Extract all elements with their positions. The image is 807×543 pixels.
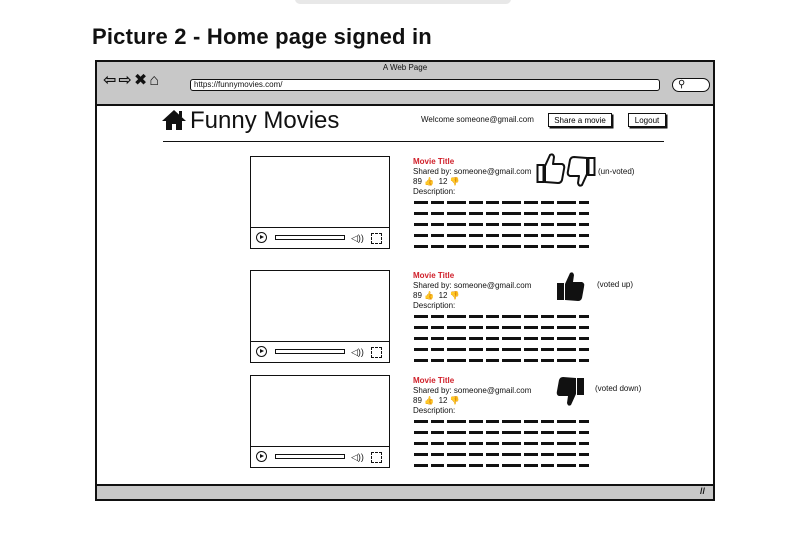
description-text (414, 420, 589, 475)
description-label: Description: (413, 406, 456, 415)
fullscreen-icon[interactable] (371, 233, 382, 244)
browser-nav: ⇦⇨✖⌂ (103, 72, 161, 90)
video-player[interactable]: ◁)) (250, 270, 390, 363)
shared-by: Shared by: someone@gmail.com (413, 281, 532, 290)
vote-counts: 89 👍 12 👎 (413, 177, 460, 187)
fullscreen-icon[interactable] (371, 452, 382, 463)
fullscreen-icon[interactable] (371, 347, 382, 358)
back-arrow-icon[interactable]: ⇦ (103, 72, 118, 89)
top-decoration (295, 0, 511, 4)
thumbs-up-outline-icon[interactable] (536, 151, 566, 190)
share-movie-button[interactable]: Share a movie (548, 113, 612, 127)
movie-title[interactable]: Movie Title (413, 157, 454, 167)
thumbs-up-small-icon: 👍 (424, 177, 435, 186)
play-icon[interactable] (256, 346, 267, 357)
thumbs-up-small-icon: 👍 (424, 291, 435, 300)
vote-counts: 89 👍 12 👎 (413, 396, 460, 406)
browser-statusbar (97, 484, 713, 499)
home-icon[interactable]: ⌂ (149, 72, 161, 89)
video-screen[interactable] (251, 157, 389, 228)
dislike-count: 12 (438, 291, 448, 300)
video-player[interactable]: ◁)) (250, 375, 390, 468)
movie-title[interactable]: Movie Title (413, 271, 454, 281)
vote-counts: 89 👍 12 👎 (413, 291, 460, 301)
video-player[interactable]: ◁)) (250, 156, 390, 249)
shared-by: Shared by: someone@gmail.com (413, 386, 532, 395)
description-label: Description: (413, 187, 456, 196)
like-count: 89 (413, 177, 422, 186)
video-screen[interactable] (251, 376, 389, 447)
thumbs-up-small-icon: 👍 (424, 396, 435, 405)
like-count: 89 (413, 396, 422, 405)
search-icon[interactable]: ⚲ (678, 78, 685, 91)
site-logo[interactable]: Funny Movies (190, 107, 339, 135)
video-screen[interactable] (251, 271, 389, 342)
close-icon[interactable]: ✖ (134, 72, 149, 89)
play-icon[interactable] (256, 451, 267, 462)
resize-grip-icon[interactable]: // (700, 486, 705, 496)
thumbs-down-small-icon: 👎 (449, 396, 460, 405)
page-title: Picture 2 - Home page signed in (92, 24, 432, 49)
forward-arrow-icon[interactable]: ⇨ (118, 72, 133, 89)
thumbs-up-filled-icon[interactable] (556, 270, 586, 307)
address-bar[interactable]: https://funnymovies.com/ (190, 79, 660, 91)
description-label: Description: (413, 301, 456, 310)
volume-icon[interactable]: ◁)) (351, 346, 364, 358)
vote-state-note: (un-voted) (598, 167, 635, 176)
volume-icon[interactable]: ◁)) (351, 451, 364, 463)
vote-state-note: (voted up) (597, 280, 634, 289)
home-icon[interactable] (160, 108, 188, 137)
progress-bar[interactable] (275, 235, 345, 240)
vote-state-note: (voted down) (595, 384, 642, 393)
play-icon[interactable] (256, 232, 267, 243)
description-text (414, 201, 589, 256)
shared-by: Shared by: someone@gmail.com (413, 167, 532, 176)
movie-title[interactable]: Movie Title (413, 376, 454, 386)
thumbs-down-small-icon: 👎 (449, 291, 460, 300)
like-count: 89 (413, 291, 422, 300)
progress-bar[interactable] (275, 454, 345, 459)
header-divider (163, 141, 664, 142)
volume-icon[interactable]: ◁)) (351, 232, 364, 244)
logout-button[interactable]: Logout (628, 113, 666, 127)
welcome-text: Welcome someone@gmail.com (421, 115, 534, 124)
dislike-count: 12 (438, 396, 448, 405)
description-text (414, 315, 589, 370)
dislike-count: 12 (438, 177, 448, 186)
thumbs-down-outline-icon[interactable] (566, 155, 596, 194)
thumbs-down-small-icon: 👎 (449, 177, 460, 186)
thumbs-down-filled-icon[interactable] (555, 376, 585, 413)
progress-bar[interactable] (275, 349, 345, 354)
window-title: A Web Page (382, 63, 428, 72)
url-text: https://funnymovies.com/ (194, 80, 283, 89)
